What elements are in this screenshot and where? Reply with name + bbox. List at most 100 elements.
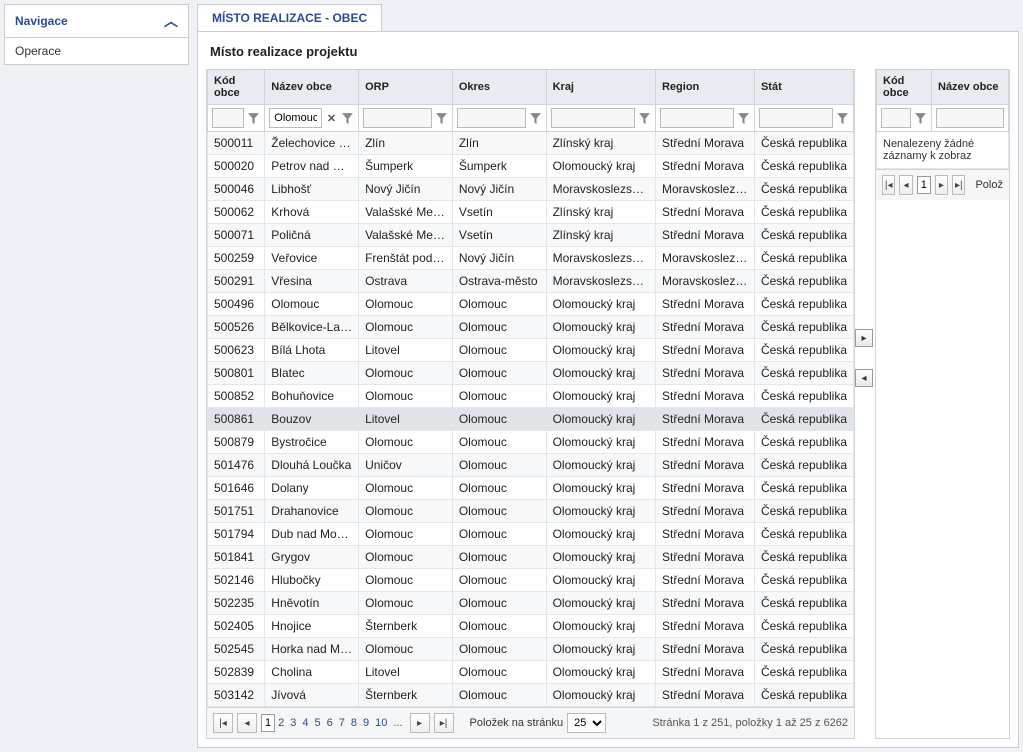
filter-input[interactable] — [660, 108, 734, 128]
sidebar-item-operace[interactable]: Operace — [5, 38, 188, 64]
table-row[interactable]: 500526Bělkovice-LašťanyOlomoucOlomoucOlo… — [208, 316, 854, 339]
table-cell: Česká republika — [754, 684, 853, 707]
filter-input[interactable] — [759, 108, 833, 128]
table-row[interactable]: 502545Horka nad Morav...OlomoucOlomoucOl… — [208, 638, 854, 661]
table-row[interactable]: 500496OlomoucOlomoucOlomoucOlomoucký kra… — [208, 293, 854, 316]
pager-page-number[interactable]: ... — [390, 715, 405, 731]
table-cell: Olomoucký kraj — [546, 661, 655, 684]
filter-icon[interactable] — [638, 112, 651, 125]
table-cell: 503142 — [208, 684, 265, 707]
pager-first-button[interactable]: |◂ — [882, 175, 895, 195]
table-cell: Česká republika — [754, 385, 853, 408]
table-row[interactable]: 500259VeřoviceFrenštát pod Rad...Nový Ji… — [208, 247, 854, 270]
table-cell: Uničov — [359, 454, 453, 477]
table-cell: Česká republika — [754, 592, 853, 615]
table-row[interactable]: 502235HněvotínOlomoucOlomoucOlomoucký kr… — [208, 592, 854, 615]
table-row[interactable]: 501794Dub nad MoravouOlomoucOlomoucOlomo… — [208, 523, 854, 546]
table-row[interactable]: 500291VřesinaOstravaOstrava-městoMoravsk… — [208, 270, 854, 293]
pager-prev-button[interactable]: ◂ — [237, 713, 257, 733]
nav-header[interactable]: Navigace ︿ — [5, 5, 188, 38]
pager-next-button[interactable]: ▸ — [410, 713, 430, 733]
table-cell: Střední Morava — [655, 132, 754, 155]
table-row[interactable]: 502146HlubočkyOlomoucOlomoucOlomoucký kr… — [208, 569, 854, 592]
table-row[interactable]: 500852BohuňoviceOlomoucOlomoucOlomoucký … — [208, 385, 854, 408]
table-cell: Česká republika — [754, 362, 853, 385]
pager-page-number[interactable]: 5 — [312, 715, 324, 731]
pager-next-button[interactable]: ▸ — [935, 175, 948, 195]
filter-icon[interactable] — [341, 112, 354, 125]
pager-page-number[interactable]: 1 — [917, 176, 931, 194]
col-header[interactable]: Název obce — [932, 70, 1009, 105]
col-header[interactable]: Okres — [452, 70, 546, 105]
pager-last-button[interactable]: ▸| — [434, 713, 454, 733]
table-row[interactable]: 500046LibhošťNový JičínNový JičínMoravsk… — [208, 178, 854, 201]
table-row[interactable]: 500861BouzovLitovelOlomoucOlomoucký kraj… — [208, 408, 854, 431]
filter-input[interactable] — [269, 108, 322, 128]
pager-page-number[interactable]: 4 — [299, 715, 311, 731]
clear-filter-icon[interactable]: ✕ — [325, 112, 338, 125]
col-header[interactable]: Kód obce — [877, 70, 932, 105]
move-left-button[interactable]: ◂ — [855, 369, 873, 387]
move-right-button[interactable]: ▸ — [855, 329, 873, 347]
col-header[interactable]: Kraj — [546, 70, 655, 105]
table-cell: Česká republika — [754, 546, 853, 569]
table-row[interactable]: 502405HnojiceŠternberkOlomoucOlomoucký k… — [208, 615, 854, 638]
filter-icon[interactable] — [529, 112, 542, 125]
filter-input[interactable] — [212, 108, 244, 128]
filter-icon[interactable] — [914, 112, 927, 125]
table-cell: Česká republika — [754, 431, 853, 454]
col-header[interactable]: Region — [655, 70, 754, 105]
table-row[interactable]: 500879BystročiceOlomoucOlomoucOlomoucký … — [208, 431, 854, 454]
table-cell: Hněvotín — [265, 592, 359, 615]
filter-input[interactable] — [551, 108, 635, 128]
pager-page-number[interactable]: 7 — [336, 715, 348, 731]
table-row[interactable]: 500011Želechovice nad...ZlínZlínZlínský … — [208, 132, 854, 155]
pager-page-number[interactable]: 2 — [275, 715, 287, 731]
table-row[interactable]: 501476Dlouhá LoučkaUničovOlomoucOlomouck… — [208, 454, 854, 477]
table-row[interactable]: 500801BlatecOlomoucOlomoucOlomoucký kraj… — [208, 362, 854, 385]
pager-page-number[interactable]: 10 — [372, 715, 390, 731]
filter-input[interactable] — [936, 108, 1004, 128]
col-header[interactable]: Název obce — [265, 70, 359, 105]
table-cell: Zlín — [452, 132, 546, 155]
col-header[interactable]: Kód obce — [208, 70, 265, 105]
filter-icon[interactable] — [836, 112, 849, 125]
filter-icon[interactable] — [435, 112, 448, 125]
filter-input[interactable] — [457, 108, 526, 128]
filter-input[interactable] — [363, 108, 432, 128]
table-cell: Česká republika — [754, 178, 853, 201]
table-cell: Střední Morava — [655, 684, 754, 707]
filter-input[interactable] — [881, 108, 911, 128]
col-header[interactable]: Stát — [754, 70, 853, 105]
tab-misto-realizace[interactable]: MÍSTO REALIZACE - OBEC — [197, 4, 382, 31]
table-cell: Česká republika — [754, 270, 853, 293]
table-row[interactable]: 500071PoličnáValašské MeziříčíVsetínZlín… — [208, 224, 854, 247]
filter-icon[interactable] — [737, 112, 750, 125]
per-page-select[interactable]: 25 — [567, 713, 606, 733]
table-row[interactable]: 502839CholinaLitovelOlomoucOlomoucký kra… — [208, 661, 854, 684]
pager-page-number[interactable]: 6 — [324, 715, 336, 731]
table-row[interactable]: 500623Bílá LhotaLitovelOlomoucOlomoucký … — [208, 339, 854, 362]
pager-page-number[interactable]: 1 — [261, 714, 275, 732]
pager-first-button[interactable]: |◂ — [213, 713, 233, 733]
table-row[interactable]: 501751DrahanoviceOlomoucOlomoucOlomoucký… — [208, 500, 854, 523]
pager-last-button[interactable]: ▸| — [952, 175, 965, 195]
col-header[interactable]: ORP — [359, 70, 453, 105]
table-row[interactable]: 501646DolanyOlomoucOlomoucOlomoucký kraj… — [208, 477, 854, 500]
nav-title: Navigace — [15, 14, 68, 28]
pager-page-number[interactable]: 3 — [287, 715, 299, 731]
table-cell: Střední Morava — [655, 224, 754, 247]
table-row[interactable]: 500020Petrov nad DesnouŠumperkŠumperkOlo… — [208, 155, 854, 178]
pager-page-number[interactable]: 9 — [360, 715, 372, 731]
table-row[interactable]: 503142JívováŠternberkOlomoucOlomoucký kr… — [208, 684, 854, 707]
pager-prev-button[interactable]: ◂ — [899, 175, 912, 195]
table-cell: Česká republika — [754, 661, 853, 684]
table-cell: Olomoucký kraj — [546, 362, 655, 385]
table-row[interactable]: 501841GrygovOlomoucOlomoucOlomoucký kraj… — [208, 546, 854, 569]
pager-page-number[interactable]: 8 — [348, 715, 360, 731]
table-cell: Střední Morava — [655, 546, 754, 569]
table-cell: Olomoucký kraj — [546, 523, 655, 546]
filter-icon[interactable] — [247, 112, 260, 125]
table-row[interactable]: 500062KrhováValašské MeziříčíVsetínZlíns… — [208, 201, 854, 224]
table-cell: Česká republika — [754, 132, 853, 155]
